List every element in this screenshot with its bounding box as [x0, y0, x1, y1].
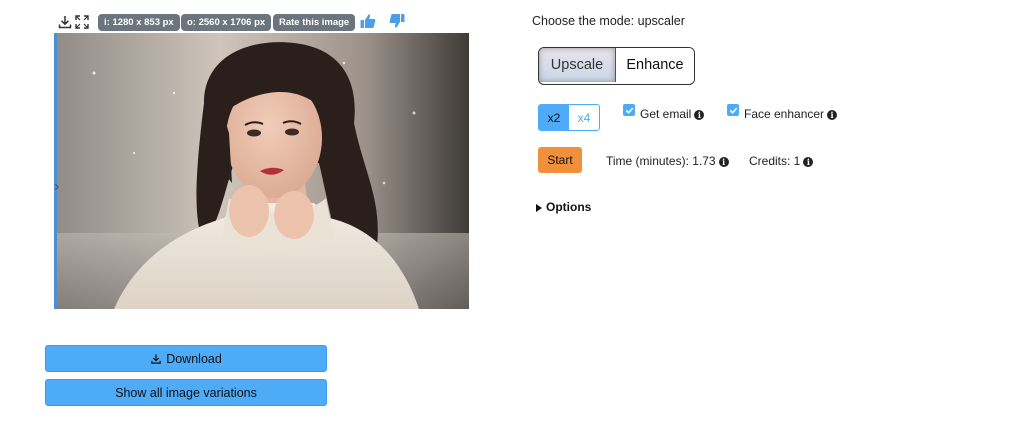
start-button[interactable]: Start	[538, 147, 582, 173]
time-estimate: Time (minutes): 1.73 i	[606, 154, 729, 168]
info-icon[interactable]: i	[803, 156, 814, 167]
face-enhancer-checkbox[interactable]	[727, 104, 739, 116]
caret-right-icon	[536, 203, 542, 212]
output-size-badge: o: 2560 x 1706 px	[181, 14, 272, 31]
mode-enhance-button[interactable]: Enhance	[616, 48, 694, 82]
mode-toggle: Upscale Enhance	[538, 47, 695, 85]
info-icon[interactable]: i	[718, 156, 729, 167]
input-size-badge: i: 1280 x 853 px	[98, 14, 180, 31]
options-toggle[interactable]: Options	[536, 200, 591, 214]
fullscreen-icon[interactable]	[74, 14, 90, 30]
show-variations-label: Show all image variations	[115, 385, 257, 400]
thumbs-up-icon[interactable]	[359, 12, 377, 30]
rate-image-badge[interactable]: Rate this image	[273, 14, 356, 31]
scale-toggle: x2 x4	[538, 104, 600, 131]
download-button[interactable]: Download	[45, 345, 327, 372]
show-variations-button[interactable]: Show all image variations	[45, 379, 327, 406]
info-icon[interactable]: i	[694, 109, 705, 120]
face-enhancer-label: Face enhancer i	[744, 107, 838, 121]
chevron-right-icon[interactable]: ›	[54, 179, 59, 195]
get-email-label: Get email i	[640, 107, 705, 121]
get-email-checkbox[interactable]	[623, 104, 635, 116]
compare-handle[interactable]	[54, 33, 57, 309]
download-icon[interactable]	[57, 14, 73, 30]
scale-x2-button[interactable]: x2	[539, 105, 569, 130]
thumbs-down-icon[interactable]	[388, 12, 406, 30]
credits-count: Credits: 1i	[749, 154, 814, 168]
mode-label: Choose the mode: upscaler	[532, 14, 685, 28]
result-image: ›	[54, 33, 469, 309]
download-icon	[150, 353, 162, 365]
download-label: Download	[166, 351, 222, 366]
scale-x4-button[interactable]: x4	[569, 105, 599, 130]
mode-upscale-button[interactable]: Upscale	[539, 48, 616, 82]
info-icon[interactable]: i	[827, 109, 838, 120]
